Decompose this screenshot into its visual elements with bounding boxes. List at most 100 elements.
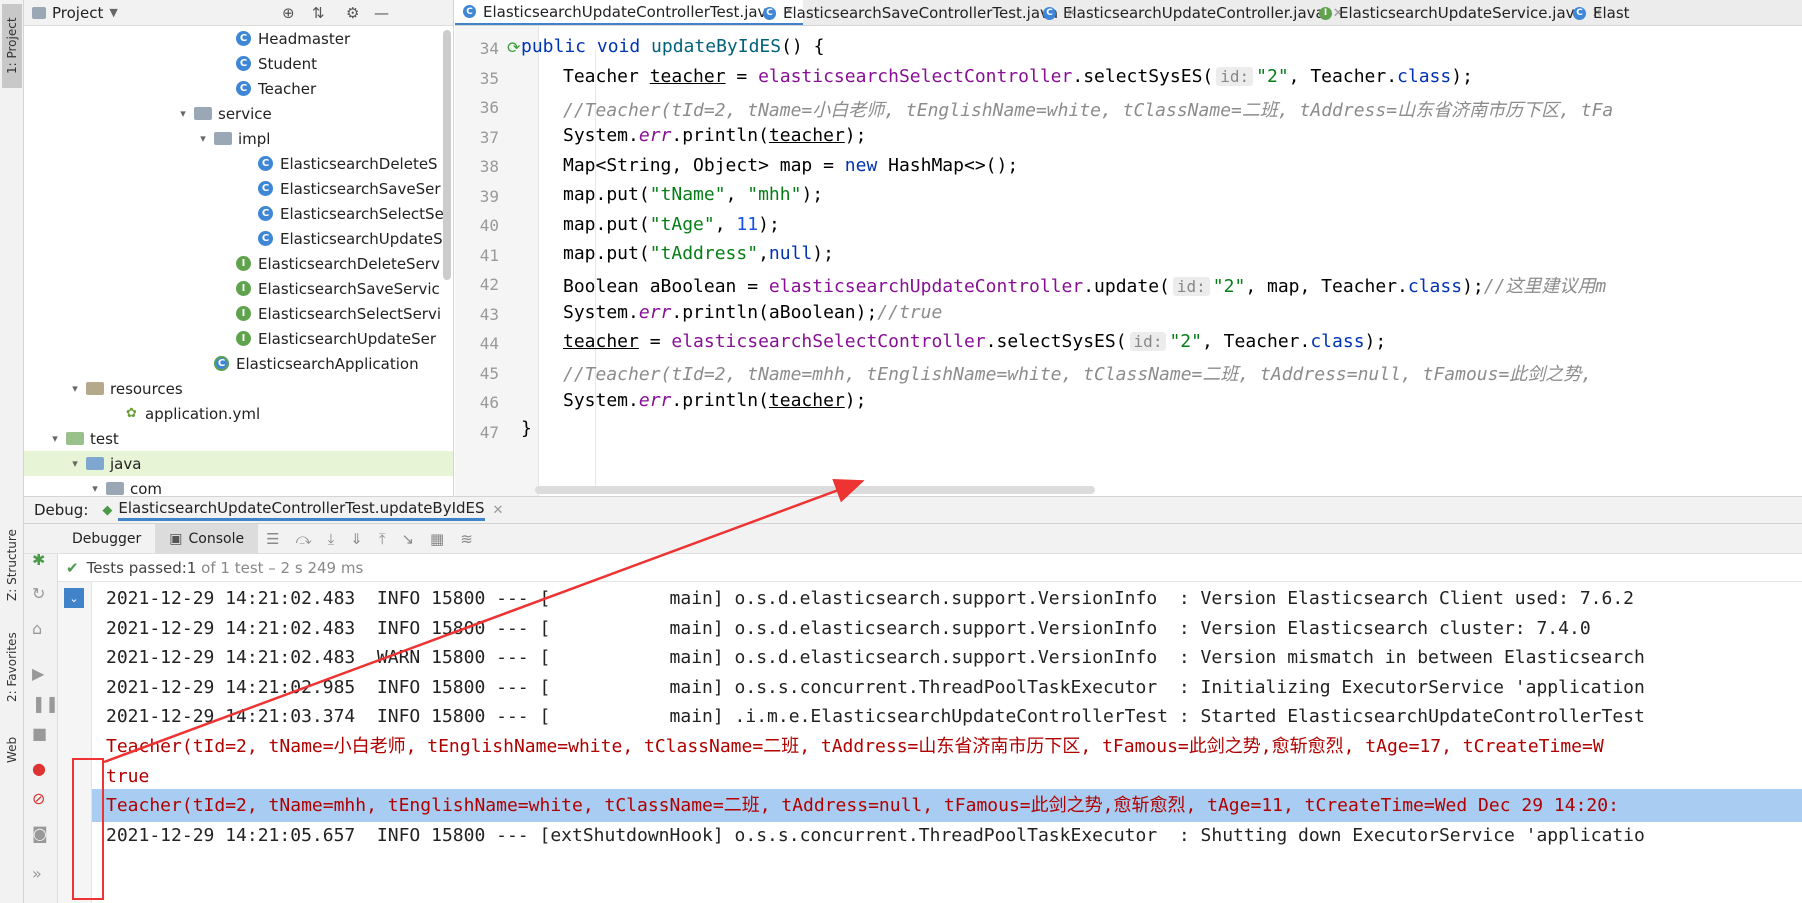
expand-arrow-icon[interactable]: ▾ <box>176 107 190 120</box>
interface-icon: I <box>236 256 251 271</box>
line-number: 38 <box>479 157 499 176</box>
folder-icon <box>86 457 104 470</box>
tree-item[interactable]: C ElasticsearchSelectSe <box>258 201 444 226</box>
resume-icon[interactable]: ▶ <box>32 664 44 683</box>
code-line-45: //Teacher(tId=2, tName=mhh, tEnglishName… <box>563 364 1593 385</box>
tree-item-label: ElasticsearchSaveServic <box>258 279 440 298</box>
tree-item[interactable]: ▾ resources <box>68 376 182 401</box>
code-line-46: System.err.println(teacher); <box>563 390 867 411</box>
code-editor[interactable]: ⟳ 34 35 36 37 38 39 40 41 42 43 44 45 46 47 public vo… <box>455 26 1802 496</box>
step-into-icon[interactable]: ⤓ <box>328 530 335 548</box>
param-hint: id: <box>1129 332 1167 351</box>
expand-arrow-icon[interactable]: ▾ <box>88 482 102 495</box>
test-run-icon: ◆ <box>102 502 113 518</box>
debug-session-tab[interactable]: ElasticsearchUpdateControllerTest.update… <box>118 499 485 521</box>
scroll-to-end-icon[interactable]: ⌄ <box>64 588 84 608</box>
console-output[interactable]: 2021-12-29 14:21:02.483 INFO 15800 --- [… <box>92 582 1802 903</box>
step-out-icon[interactable]: ⤒ <box>379 530 386 548</box>
expand-arrow-icon[interactable]: ▾ <box>68 457 82 470</box>
project-tool-label: 1: Project <box>5 17 19 75</box>
run-test-icon[interactable]: ⟳ <box>507 38 520 57</box>
code-line-36: //Teacher(tId=2, tName=小白老师, tEnglishNam… <box>563 100 1614 121</box>
expand-arrow-icon[interactable]: ▾ <box>196 132 210 145</box>
tree-item-label: ElasticsearchSaveSer <box>280 179 441 198</box>
code-line-35: Teacher teacher = elasticsearchSelectCon… <box>563 66 1473 87</box>
project-tool-tab[interactable]: 1: Project <box>2 4 22 88</box>
rerun-icon[interactable]: ↻ <box>32 584 45 603</box>
tree-item-label: Student <box>258 54 318 73</box>
tree-item[interactable]: C ElasticsearchApplication <box>214 351 419 376</box>
console-line: 2021-12-29 14:21:02.483 INFO 15800 --- [… <box>106 588 1635 609</box>
more-icon[interactable]: » <box>32 864 42 883</box>
expand-arrow-icon[interactable]: ▾ <box>68 382 82 395</box>
line-number: 45 <box>479 363 499 383</box>
web-tool-tab[interactable]: Web <box>2 725 22 775</box>
project-scrollbar[interactable] <box>443 30 451 280</box>
tree-item[interactable]: ▾ impl <box>196 126 270 151</box>
project-panel-title[interactable]: Project <box>52 4 103 22</box>
tree-item-label: ElasticsearchSelectServi <box>258 304 442 323</box>
tree-item-label: com <box>130 479 163 497</box>
expand-arrow-icon[interactable]: ▾ <box>48 432 62 445</box>
editor-hscrollbar[interactable] <box>535 486 1095 494</box>
code-line-41: map.put("tAddress",null); <box>563 243 834 264</box>
tree-item[interactable]: ▾ test <box>48 426 119 451</box>
tree-item[interactable]: I ElasticsearchDeleteServ <box>236 251 440 276</box>
code-line-39: map.put("tName", "mhh"); <box>563 184 824 205</box>
tree-item[interactable]: C ElasticsearchUpdateS <box>258 226 443 251</box>
line-number: 36 <box>479 98 499 117</box>
tree-item-label: Teacher <box>258 79 317 98</box>
tab-console[interactable]: ▣ Console <box>155 523 259 554</box>
tree-item-label: service <box>218 104 272 123</box>
gear-icon[interactable]: ⚙ <box>346 4 359 22</box>
menu-icon[interactable]: ☰ <box>266 530 279 548</box>
frames-icon[interactable]: ▦ <box>430 530 444 548</box>
breakpoints-icon[interactable]: ● <box>32 759 46 778</box>
tree-item[interactable]: I ElasticsearchSelectServi <box>236 301 441 326</box>
tree-item-label: test <box>90 429 119 448</box>
tree-item[interactable]: I ElasticsearchUpdateSer <box>236 326 436 351</box>
tab-overflow[interactable]: C Elast <box>1565 0 1638 25</box>
tab-update-controller-test[interactable]: C ElasticsearchUpdateControllerTest.java… <box>455 0 803 25</box>
force-step-into-icon[interactable]: ⇓ <box>350 530 363 548</box>
stop-icon[interactable]: ■ <box>32 724 47 743</box>
tree-item[interactable]: ▾ java <box>24 451 453 476</box>
console-tab-label: Console <box>188 530 245 547</box>
structure-tool-tab[interactable]: Z: Structure <box>2 520 22 610</box>
tree-item-label: Headmaster <box>258 29 351 48</box>
favorites-tool-tab[interactable]: 2: Favorites <box>2 625 22 710</box>
tree-item[interactable]: C ElasticsearchDeleteS <box>258 151 438 176</box>
trace-icon[interactable]: ≋ <box>460 530 473 548</box>
tab-label: ElasticsearchUpdateControllerTest.java <box>483 2 776 21</box>
tree-item[interactable]: C Student <box>236 51 317 76</box>
tree-item-label: java <box>110 454 142 473</box>
line-number: 37 <box>479 127 499 147</box>
camera-icon[interactable]: ◙ <box>32 824 48 843</box>
step-over-icon[interactable]: ⤼ <box>296 530 312 548</box>
restore-layout-icon[interactable]: ⌂ <box>32 619 42 638</box>
console-line: true <box>106 765 150 787</box>
minimize-icon[interactable]: — <box>374 4 389 22</box>
tree-item[interactable]: ✿ application.yml <box>124 401 260 426</box>
console-line: Teacher(tId=2, tName=mhh, tEnglishName=w… <box>92 789 1802 823</box>
tree-item[interactable]: C ElasticsearchSaveSer <box>258 176 441 201</box>
collapse-all-icon[interactable]: ⇅ <box>312 4 325 22</box>
console-line: 2021-12-29 14:21:02.985 INFO 15800 --- [… <box>106 676 1645 698</box>
folder-icon <box>86 382 104 395</box>
tree-item[interactable]: C Headmaster <box>236 26 350 51</box>
tree-item[interactable]: ▾ com <box>88 476 163 497</box>
spring-class-icon: C <box>214 356 229 371</box>
tree-item[interactable]: I ElasticsearchSaveServic <box>236 276 440 301</box>
tab-debugger[interactable]: Debugger <box>58 524 155 554</box>
pause-icon[interactable]: ❚❚ <box>32 694 59 713</box>
tree-item[interactable]: ▾ service <box>176 101 272 126</box>
class-icon: C <box>236 56 251 71</box>
chevron-down-icon[interactable]: ▼ <box>109 6 117 19</box>
close-icon[interactable]: ✕ <box>493 503 504 518</box>
interface-icon: I <box>236 331 251 346</box>
tab-update-controller[interactable]: C ElasticsearchUpdateController.java ✕ <box>1035 0 1352 25</box>
run-to-cursor-icon[interactable]: ↘ <box>401 530 414 548</box>
locate-icon[interactable]: ⊕ <box>282 4 295 22</box>
tree-item[interactable]: C Teacher <box>236 76 316 101</box>
mute-breakpoints-icon[interactable]: ⊘ <box>32 789 45 808</box>
